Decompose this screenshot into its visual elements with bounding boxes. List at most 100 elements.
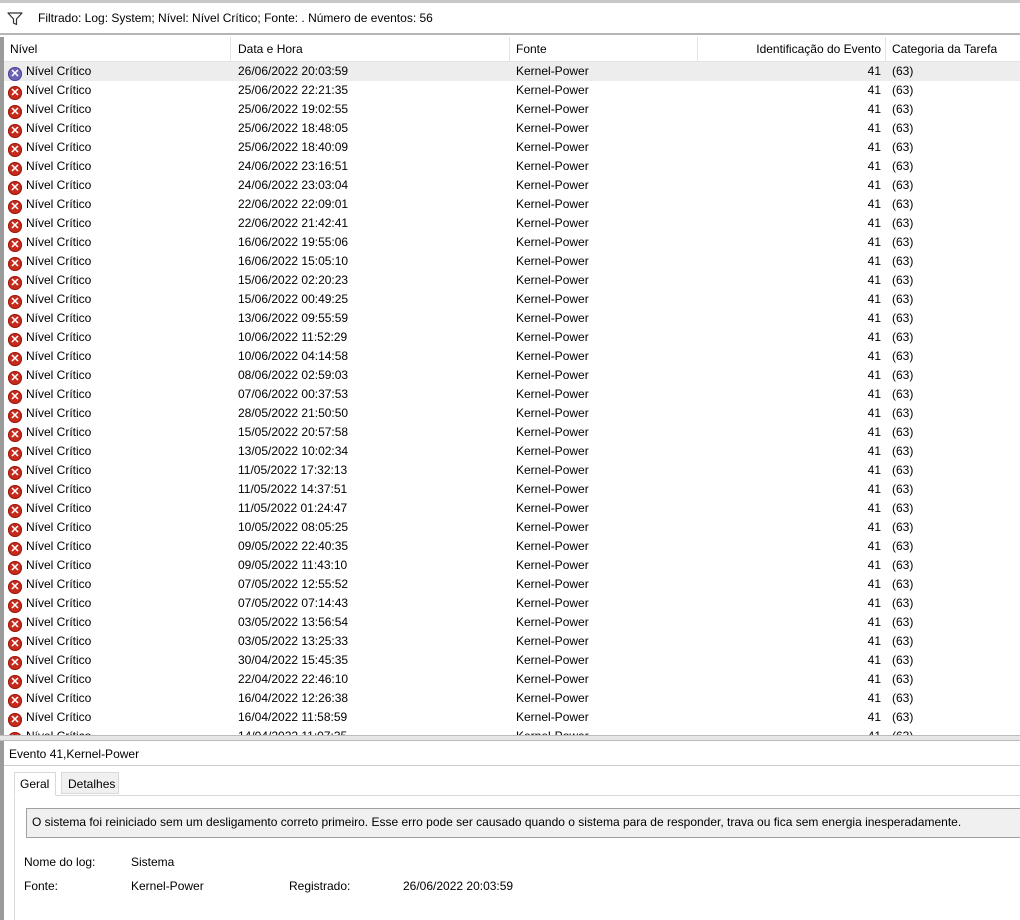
- table-row[interactable]: ✕ Nível Crítico 15/06/2022 02:20:23 Kernel-…: [4, 271, 1020, 290]
- table-row[interactable]: ✕ Nível Crítico 16/04/2022 12:26:38 Kernel-…: [4, 689, 1020, 708]
- level-cell: ✕ Nível Crítico: [8, 81, 230, 100]
- critical-error-icon: ✕: [8, 523, 22, 537]
- tab-general[interactable]: Geral: [14, 772, 56, 796]
- filter-funnel-icon: [7, 12, 23, 26]
- task-category-cell: (63): [892, 444, 914, 458]
- table-row[interactable]: ✕ Nível Crítico 10/06/2022 11:52:29 Kernel-…: [4, 328, 1020, 347]
- table-row[interactable]: ✕ Nível Crítico 16/04/2022 11:58:59 Kernel-…: [4, 708, 1020, 727]
- level-text: Nível Crítico: [26, 273, 92, 287]
- title-divider: [4, 765, 1020, 766]
- table-row[interactable]: ✕Nível Crítico 14/04/2022 11:07:35 Kernel-…: [4, 727, 1020, 735]
- level-cell: ✕ Nível Crítico: [8, 119, 230, 138]
- table-row[interactable]: ✕ Nível Crítico 07/05/2022 12:55:52 Kernel-…: [4, 575, 1020, 594]
- table-row[interactable]: ✕ Nível Crítico 15/06/2022 00:49:25 Kernel-…: [4, 290, 1020, 309]
- level-cell: ✕ Nível Crítico: [8, 537, 230, 556]
- level-cell: ✕ Nível Crítico: [8, 708, 230, 727]
- table-row[interactable]: ✕ Nível Crítico 03/05/2022 13:56:54 Kernel-…: [4, 613, 1020, 632]
- level-cell: ✕ Nível Crítico: [8, 518, 230, 537]
- table-row[interactable]: ✕ Nível Crítico 16/06/2022 19:55:06 Kernel-…: [4, 233, 1020, 252]
- event-id-cell: 41: [867, 558, 881, 572]
- event-id-cell: 41: [698, 727, 881, 735]
- datetime-cell: 03/05/2022 13:56:54: [238, 615, 349, 629]
- event-id-cell: 41: [867, 501, 881, 515]
- table-row[interactable]: ✕ Nível Crítico 25/06/2022 18:48:05 Kernel-…: [4, 119, 1020, 138]
- tab-details[interactable]: Detalhes: [61, 772, 119, 794]
- table-row[interactable]: ✕ Nível Crítico 11/05/2022 17:32:13 Kernel-…: [4, 461, 1020, 480]
- level-text: Nível Crítico: [26, 615, 92, 629]
- table-row[interactable]: ✕ Nível Crítico 11/05/2022 01:24:47 Kernel-…: [4, 499, 1020, 518]
- table-row[interactable]: ✕ Nível Crítico 16/06/2022 15:05:10 Kernel-…: [4, 252, 1020, 271]
- level-cell: ✕ Nível Crítico: [8, 366, 230, 385]
- task-category-cell: (63): [892, 596, 914, 610]
- table-row[interactable]: ✕ Nível Crítico 22/04/2022 22:46:10 Kernel-…: [4, 670, 1020, 689]
- column-header-source[interactable]: Fonte: [510, 37, 698, 61]
- source-cell: Kernel-Power: [516, 539, 589, 553]
- event-id-cell: 41: [867, 672, 881, 686]
- table-row[interactable]: ✕ Nível Crítico 25/06/2022 19:02:55 Kernel-…: [4, 100, 1020, 119]
- table-row[interactable]: ✕ Nível Crítico 25/06/2022 22:21:35 Kernel-…: [4, 81, 1020, 100]
- table-row[interactable]: ✕ Nível Crítico 28/05/2022 21:50:50 Kernel-…: [4, 404, 1020, 423]
- level-cell: ✕ Nível Crítico: [8, 632, 230, 651]
- table-row[interactable]: ✕ Nível Crítico 10/05/2022 08:05:25 Kernel-…: [4, 518, 1020, 537]
- level-text: Nível Crítico: [26, 482, 92, 496]
- table-row[interactable]: ✕ Nível Crítico 10/06/2022 04:14:58 Kernel-…: [4, 347, 1020, 366]
- level-text: Nível Crítico: [26, 387, 92, 401]
- level-text: Nível Crítico: [26, 444, 92, 458]
- critical-error-icon: ✕: [8, 409, 22, 423]
- datetime-cell: 09/05/2022 22:40:35: [238, 539, 349, 553]
- event-id-cell: 41: [867, 292, 881, 306]
- critical-error-icon: ✕: [8, 276, 22, 290]
- table-row[interactable]: ✕ Nível Crítico 24/06/2022 23:03:04 Kernel-…: [4, 176, 1020, 195]
- source-cell: Kernel-Power: [516, 83, 589, 97]
- table-row[interactable]: ✕ Nível Crítico 30/04/2022 15:45:35 Kernel-…: [4, 651, 1020, 670]
- table-row[interactable]: ✕ Nível Crítico 09/05/2022 22:40:35 Kernel-…: [4, 537, 1020, 556]
- table-row[interactable]: ✕ Nível Crítico 07/05/2022 07:14:43 Kernel-…: [4, 594, 1020, 613]
- datetime-cell: 11/05/2022 01:24:47: [238, 501, 348, 515]
- datetime-cell: 11/05/2022 14:37:51: [238, 482, 348, 496]
- critical-error-icon: ✕: [8, 637, 22, 651]
- level-text: Nível Crítico: [26, 691, 92, 705]
- event-message[interactable]: O sistema foi reiniciado sem um desligam…: [26, 808, 1020, 838]
- column-header-task-category[interactable]: Categoria da Tarefa: [886, 37, 1020, 61]
- event-details-pane: Evento 41,Kernel-Power Geral Detalhes O …: [0, 741, 1020, 920]
- logged-label: Registrado:: [289, 879, 351, 893]
- event-id-cell: 41: [867, 102, 881, 116]
- table-row[interactable]: ✕ Nível Crítico 15/05/2022 20:57:58 Kernel-…: [4, 423, 1020, 442]
- column-header-event-id[interactable]: Identificação do Evento: [698, 37, 886, 61]
- datetime-cell: 26/06/2022 20:03:59: [238, 64, 349, 78]
- event-id-cell: 41: [867, 615, 881, 629]
- datetime-cell: 03/05/2022 13:25:33: [238, 634, 349, 648]
- table-row[interactable]: ✕ Nível Crítico 24/06/2022 23:16:51 Kernel-…: [4, 157, 1020, 176]
- event-id-cell: 41: [867, 596, 881, 610]
- event-list[interactable]: Nível Data e Hora Fonte Identificação do…: [0, 37, 1020, 735]
- table-row[interactable]: ✕ Nível Crítico 22/06/2022 22:09:01 Kernel-…: [4, 195, 1020, 214]
- critical-error-icon: ✕: [8, 390, 22, 404]
- column-header-level[interactable]: Nível: [4, 37, 231, 61]
- table-row[interactable]: ✕ Nível Crítico 22/06/2022 21:42:41 Kernel-…: [4, 214, 1020, 233]
- task-category-cell: (63): [892, 83, 914, 97]
- table-row[interactable]: ✕ Nível Crítico 03/05/2022 13:25:33 Kernel-…: [4, 632, 1020, 651]
- column-header-datetime[interactable]: Data e Hora: [231, 37, 510, 61]
- table-row[interactable]: ✕ Nível Crítico 25/06/2022 18:40:09 Kernel-…: [4, 138, 1020, 157]
- table-row[interactable]: ✕ Nível Crítico 08/06/2022 02:59:03 Kernel-…: [4, 366, 1020, 385]
- level-text: Nível Crítico: [26, 140, 92, 154]
- level-text: Nível Crítico: [26, 653, 92, 667]
- critical-error-icon: ✕: [8, 352, 22, 366]
- logged-value: 26/06/2022 20:03:59: [403, 879, 514, 893]
- datetime-cell: 25/06/2022 19:02:55: [238, 102, 349, 116]
- level-cell: ✕ Nível Crítico: [8, 100, 230, 119]
- event-id-cell: 41: [867, 539, 881, 553]
- table-row[interactable]: ✕ Nível Crítico 26/06/2022 20:03:59 Kernel-…: [4, 62, 1020, 81]
- source-cell: Kernel-Power: [516, 727, 696, 735]
- task-category-cell: (63): [892, 330, 914, 344]
- table-row[interactable]: ✕ Nível Crítico 09/05/2022 11:43:10 Kernel-…: [4, 556, 1020, 575]
- table-row[interactable]: ✕ Nível Crítico 13/06/2022 09:55:59 Kernel-…: [4, 309, 1020, 328]
- critical-error-icon: ✕: [8, 694, 22, 708]
- table-row[interactable]: ✕ Nível Crítico 07/06/2022 00:37:53 Kernel-…: [4, 385, 1020, 404]
- datetime-cell: 10/06/2022 11:52:29: [238, 330, 348, 344]
- table-row[interactable]: ✕ Nível Crítico 11/05/2022 14:37:51 Kernel-…: [4, 480, 1020, 499]
- source-cell: Kernel-Power: [516, 444, 589, 458]
- table-row[interactable]: ✕ Nível Crítico 13/05/2022 10:02:34 Kernel-…: [4, 442, 1020, 461]
- event-id-cell: 41: [867, 178, 881, 192]
- level-text: Nível Crítico: [26, 292, 92, 306]
